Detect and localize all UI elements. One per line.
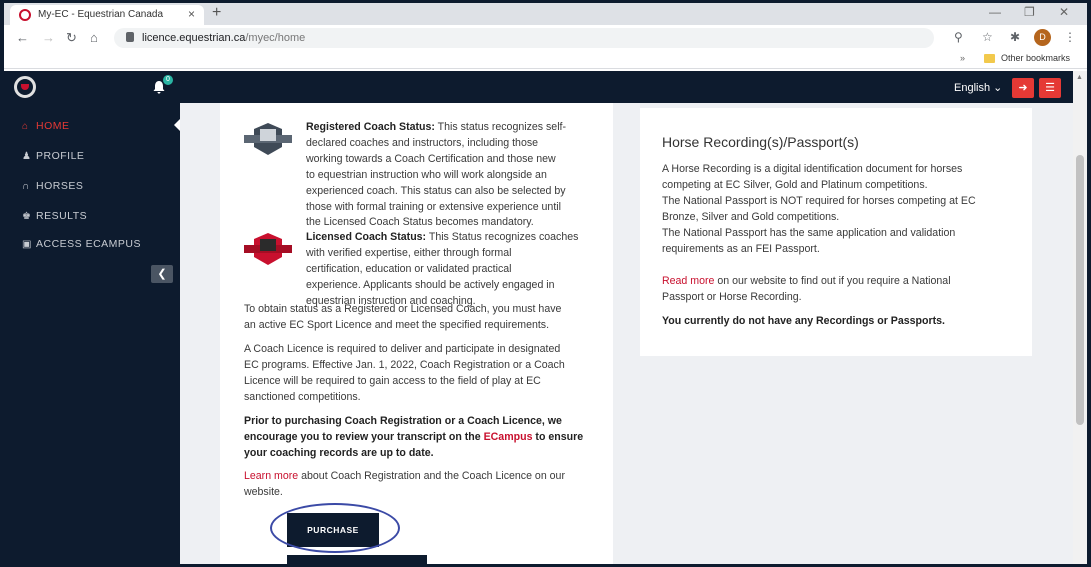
tab-title: My-EC - Equestrian Canada <box>38 9 164 20</box>
ec-logo[interactable] <box>14 76 36 98</box>
home-browser-icon[interactable]: ⌂ <box>90 30 98 45</box>
reload-icon[interactable]: ↻ <box>66 30 77 46</box>
bookmarks-bar: » Other bookmarks <box>4 51 1087 69</box>
sidebar-item-label: ACCESS ECAMPUS <box>36 238 142 250</box>
scroll-thumb[interactable] <box>1076 155 1084 425</box>
user-icon: ♟ <box>22 151 32 162</box>
close-tab-icon[interactable]: × <box>188 7 195 21</box>
coach-card: Registered Coach Status: This status rec… <box>220 103 613 564</box>
sidebar-item-label: PROFILE <box>36 150 85 162</box>
page-scrollbar[interactable]: ▲ <box>1073 71 1087 564</box>
notification-badge: 0 <box>163 75 173 85</box>
forward-icon[interactable]: → <box>42 30 55 45</box>
home-icon: ⌂ <box>22 121 29 132</box>
horse-description: A Horse Recording is a digital identific… <box>662 163 976 255</box>
chevron-left-icon: ❮ <box>157 268 167 280</box>
browser-window: My-EC - Equestrian Canada × + — ❐ ✕ ← → … <box>4 3 1087 564</box>
logout-icon: ➜ <box>1018 82 1028 94</box>
horse-card-title: Horse Recording(s)/Passport(s) <box>662 134 859 150</box>
no-recordings-text: You currently do not have any Recordings… <box>662 315 945 327</box>
sidebar-item-home[interactable]: ⌂ HOME <box>22 120 70 136</box>
book-icon: ▣ <box>22 239 32 250</box>
scroll-up-icon[interactable]: ▲ <box>1076 74 1083 81</box>
new-tab-icon[interactable]: + <box>212 4 221 22</box>
sidebar-item-ecampus[interactable]: ▣ ACCESS ECAMPUS <box>22 238 141 254</box>
window-close-icon[interactable]: ✕ <box>1059 5 1069 19</box>
menu-button[interactable]: ☰ <box>1039 78 1061 98</box>
ec-favicon-icon <box>19 9 31 21</box>
registered-coach-badge-icon <box>244 123 292 155</box>
secondary-button[interactable] <box>287 555 427 564</box>
sidebar-item-label: HORSES <box>36 180 84 192</box>
sidebar: ⌂ HOME ♟ PROFILE ∩ HORSES ♚ RESULTS ▣ ACCESS … <box>4 103 180 564</box>
logout-button[interactable]: ➜ <box>1012 78 1034 98</box>
extensions-icon[interactable]: ✱ <box>1010 30 1020 44</box>
star-icon[interactable]: ☆ <box>982 30 993 44</box>
profile-avatar[interactable]: D <box>1034 29 1051 46</box>
hamburger-icon: ☰ <box>1045 82 1055 94</box>
minimize-icon[interactable]: — <box>989 5 1001 19</box>
sidebar-item-profile[interactable]: ♟ PROFILE <box>22 150 84 166</box>
language-selector[interactable]: English ⌄ <box>954 81 1002 94</box>
licensed-coach-text: Licensed Coach Status: This Status recog… <box>306 231 579 307</box>
licensed-coach-badge-icon <box>244 233 292 265</box>
sidebar-item-results[interactable]: ♚ RESULTS <box>22 210 87 226</box>
lock-icon <box>126 32 134 42</box>
url-text: licence.equestrian.ca/myec/home <box>142 32 306 44</box>
horseshoe-icon: ∩ <box>22 181 30 192</box>
bookmarks-overflow-icon[interactable]: » <box>960 53 965 63</box>
main-content: Registered Coach Status: This status rec… <box>180 103 1073 564</box>
browser-toolbar: ← → ↻ ⌂ licence.equestrian.ca/myec/home … <box>4 25 1087 51</box>
prior-purchase-text: Prior to purchasing Coach Registration o… <box>244 415 584 459</box>
trophy-icon: ♚ <box>22 211 32 222</box>
learn-more-link[interactable]: Learn more <box>244 470 298 482</box>
address-bar[interactable]: licence.equestrian.ca/myec/home <box>114 28 934 48</box>
sidebar-item-label: RESULTS <box>36 210 88 222</box>
read-more-link[interactable]: Read more <box>662 275 714 287</box>
key-icon[interactable]: ⚲ <box>954 30 963 44</box>
registered-coach-text: Registered Coach Status: This status rec… <box>306 121 567 229</box>
folder-icon <box>984 54 995 63</box>
ecampus-link[interactable]: ECampus <box>484 431 533 443</box>
menu-dots-icon[interactable]: ⋮ <box>1064 30 1076 44</box>
app-header: 0 English ⌄ ➜ ☰ <box>4 71 1073 103</box>
tab-strip: My-EC - Equestrian Canada × + — ❐ ✕ <box>4 3 1087 25</box>
sidebar-item-label: HOME <box>36 120 70 132</box>
maximize-icon[interactable]: ❐ <box>1024 5 1035 19</box>
browser-tab[interactable]: My-EC - Equestrian Canada × <box>10 5 204 25</box>
back-icon[interactable]: ← <box>16 30 29 45</box>
other-bookmarks[interactable]: Other bookmarks <box>1001 53 1070 63</box>
highlight-circle <box>270 503 400 553</box>
read-more-text: Read more on our website to find out if … <box>662 275 951 303</box>
obtain-status-text: To obtain status as a Registered or Lice… <box>244 303 562 331</box>
sidebar-item-horses[interactable]: ∩ HORSES <box>22 180 83 196</box>
collapse-sidebar-button[interactable]: ❮ <box>151 265 173 283</box>
horse-recording-card: Horse Recording(s)/Passport(s) A Horse R… <box>640 108 1032 356</box>
learn-more-text: Learn more about Coach Registration and … <box>244 470 565 498</box>
coach-licence-text: A Coach Licence is required to deliver a… <box>244 343 565 403</box>
